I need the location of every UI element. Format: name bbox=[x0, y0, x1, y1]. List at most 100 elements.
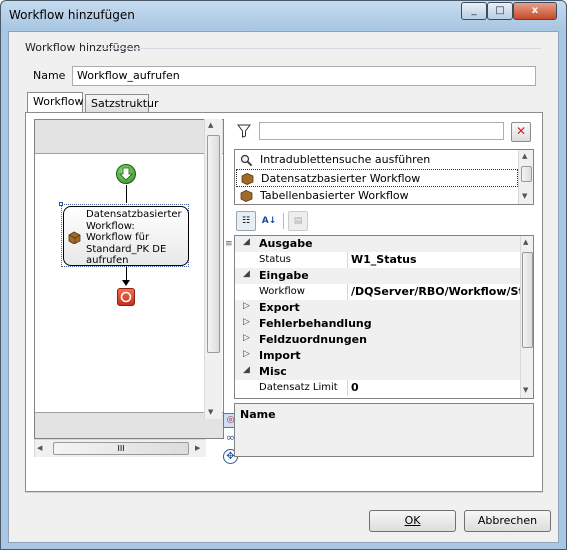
filter-input[interactable] bbox=[259, 122, 504, 140]
property-value[interactable]: /DQServer/RBO/Workflow/St bbox=[351, 285, 524, 298]
category-row[interactable]: ▷ Feldzuordnungen bbox=[235, 332, 522, 348]
property-toolbar: ☷ A↓ ▤ bbox=[234, 209, 534, 233]
category-label: Ausgabe bbox=[259, 237, 313, 250]
property-name: Status bbox=[259, 254, 291, 265]
expand-icon[interactable]: ▷ bbox=[243, 301, 250, 311]
activity-panel: ✕ Intradublettensuche ausführen Datensat… bbox=[234, 119, 536, 457]
category-row[interactable]: ◢ Eingabe bbox=[235, 268, 522, 284]
dialog-client: Workflow hinzufügen Name Workflow_aufruf… bbox=[8, 31, 559, 543]
clear-icon: ✕ bbox=[515, 124, 527, 138]
designer-footer bbox=[35, 412, 223, 438]
minimize-button[interactable]: _ bbox=[461, 2, 487, 20]
column-divider bbox=[347, 252, 348, 268]
title-bar[interactable]: Workflow hinzufügen _ □ x bbox=[1, 1, 566, 31]
property-grid-scrollbar[interactable]: ▲ ▼ bbox=[520, 236, 533, 398]
start-node[interactable] bbox=[116, 164, 136, 184]
category-row[interactable]: ▷ Fehlerbehandlung bbox=[235, 316, 522, 332]
list-scrollbar[interactable]: ▲ ▼ bbox=[518, 150, 533, 204]
designer-vertical-scrollbar[interactable]: ▲ ▼ bbox=[204, 119, 222, 419]
vertical-scroll-thumb[interactable] bbox=[207, 135, 220, 353]
node-line: Standard_PK DE bbox=[86, 243, 167, 255]
scroll-down-icon[interactable]: ▼ bbox=[522, 192, 527, 200]
scroll-left-icon[interactable]: ◀ bbox=[37, 444, 42, 452]
expand-icon[interactable]: ▷ bbox=[243, 333, 250, 343]
ok-button-label: OK bbox=[404, 514, 421, 527]
node-label: Datensatzbasierter Workflow: Workflow fü… bbox=[86, 209, 182, 267]
connector-line-1 bbox=[126, 185, 127, 203]
category-row[interactable]: ◢ Misc bbox=[235, 364, 522, 380]
expand-icon[interactable]: ▷ bbox=[243, 349, 250, 359]
property-row[interactable]: Workflow/DQServer/RBO/Workflow/St bbox=[235, 284, 524, 300]
workflow-activity-node[interactable]: Datensatzbasierter Workflow: Workflow fü… bbox=[63, 206, 189, 266]
scroll-down-icon[interactable]: ▼ bbox=[523, 386, 528, 394]
clear-filter-button[interactable]: ✕ bbox=[511, 122, 531, 142]
collapse-icon[interactable]: ◢ bbox=[243, 365, 250, 375]
workflow-designer[interactable]: Datensatzbasierter Workflow: Workflow fü… bbox=[34, 119, 224, 439]
activity-list[interactable]: Intradublettensuche ausführen Datensatzb… bbox=[234, 149, 534, 205]
category-label: Import bbox=[259, 349, 301, 362]
splitter[interactable]: ≡ bbox=[224, 119, 234, 459]
box-icon bbox=[241, 173, 254, 185]
dialog-window: Workflow hinzufügen _ □ x Workflow hinzu… bbox=[0, 0, 567, 550]
category-row[interactable]: ◢ Ausgabe bbox=[235, 236, 522, 252]
column-divider bbox=[347, 380, 348, 396]
box-icon bbox=[68, 231, 81, 247]
collapse-icon[interactable]: ◢ bbox=[243, 237, 250, 247]
window-title: Workflow hinzufügen bbox=[9, 8, 135, 22]
designer-horizontal-scrollbar[interactable]: ◀ III ▶ bbox=[34, 439, 206, 457]
stop-icon bbox=[120, 291, 132, 303]
cancel-button[interactable]: Abbrechen bbox=[464, 510, 551, 532]
expand-icon[interactable]: ▷ bbox=[243, 317, 250, 327]
horizontal-scroll-thumb[interactable]: III bbox=[53, 442, 189, 455]
property-scroll-thumb[interactable] bbox=[522, 252, 533, 348]
tab-workflow[interactable]: Workflow bbox=[27, 92, 84, 114]
close-button[interactable]: x bbox=[513, 2, 557, 20]
category-label: Misc bbox=[259, 365, 287, 378]
category-row[interactable]: ▷ Import bbox=[235, 348, 522, 364]
list-item-label: Intradublettensuche ausführen bbox=[260, 153, 431, 166]
name-input[interactable]: Workflow_aufrufen bbox=[72, 66, 536, 86]
property-pages-icon[interactable]: ▤ bbox=[288, 211, 308, 231]
group-divider bbox=[101, 48, 541, 49]
property-name: Workflow bbox=[259, 286, 305, 297]
property-grid[interactable]: ◢ Ausgabe Status W1_Status ◢ Eingabe Workfl… bbox=[234, 235, 534, 399]
end-node[interactable] bbox=[117, 288, 135, 306]
ok-button[interactable]: OK bbox=[369, 510, 456, 532]
property-value[interactable]: 0 bbox=[351, 381, 359, 394]
scroll-up-icon[interactable]: ▲ bbox=[523, 238, 528, 246]
list-item-label: Datensatzbasierter Workflow bbox=[261, 172, 421, 185]
node-line: Datensatzbasierter bbox=[86, 209, 182, 220]
property-name: Datensatz Limit bbox=[259, 382, 338, 393]
property-row[interactable]: Status W1_Status bbox=[235, 252, 522, 268]
category-label: Export bbox=[259, 301, 300, 314]
search-icon bbox=[240, 154, 253, 167]
scroll-down-icon[interactable]: ▼ bbox=[208, 408, 213, 416]
category-label: Eingabe bbox=[259, 269, 309, 282]
designer-header bbox=[35, 120, 223, 154]
toolbar-separator bbox=[283, 213, 284, 229]
scroll-right-icon[interactable]: ▶ bbox=[195, 444, 200, 452]
list-scroll-thumb[interactable] bbox=[521, 166, 532, 182]
category-row[interactable]: ▷ Export bbox=[235, 300, 522, 316]
sort-alphabetical-icon[interactable]: A↓ bbox=[259, 211, 279, 231]
maximize-button[interactable]: □ bbox=[487, 2, 513, 20]
scroll-up-icon[interactable]: ▲ bbox=[208, 121, 213, 129]
splitter-grip[interactable]: ≡ bbox=[225, 239, 233, 249]
property-value[interactable]: W1_Status bbox=[351, 253, 417, 266]
tab-satzstruktur[interactable]: Satzstruktur bbox=[85, 94, 159, 114]
categorized-icon[interactable]: ☷ bbox=[236, 211, 256, 231]
name-label: Name bbox=[33, 69, 66, 82]
property-row[interactable]: Datensatz Limit 0 bbox=[235, 380, 522, 396]
workflow-tab-panel: Datensatzbasierter Workflow: Workflow fü… bbox=[25, 112, 543, 492]
column-divider bbox=[347, 284, 348, 300]
selection-handle[interactable] bbox=[59, 202, 63, 206]
list-item[interactable]: Tabellenbasierter Workflow bbox=[236, 187, 518, 204]
filter-icon bbox=[237, 124, 251, 141]
node-line: Workflow für bbox=[86, 232, 150, 243]
list-item[interactable]: Intradublettensuche ausführen bbox=[236, 151, 518, 169]
arrow-down-icon bbox=[119, 167, 133, 181]
box-icon bbox=[240, 190, 253, 202]
list-item[interactable]: Datensatzbasierter Workflow bbox=[236, 169, 518, 187]
collapse-icon[interactable]: ◢ bbox=[243, 269, 250, 279]
scroll-up-icon[interactable]: ▲ bbox=[522, 152, 527, 160]
